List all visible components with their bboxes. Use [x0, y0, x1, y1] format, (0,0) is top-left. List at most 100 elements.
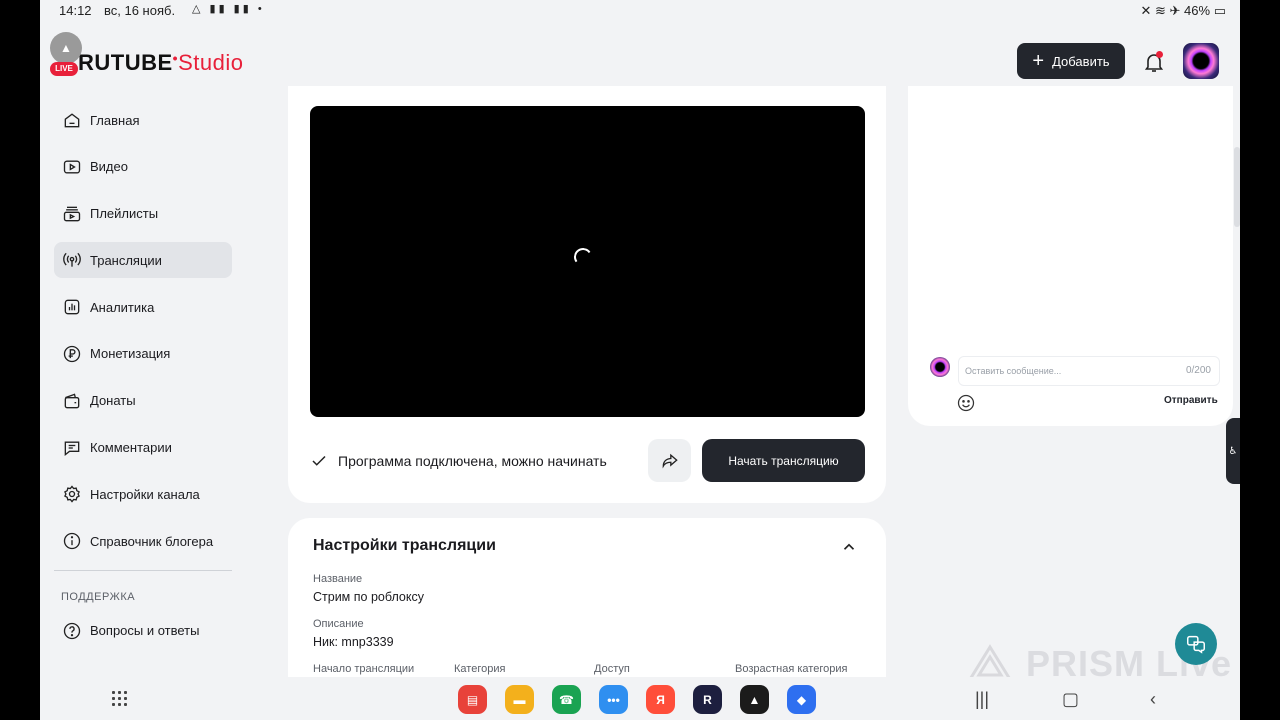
comment-icon: [64, 441, 80, 456]
sidebar-item-label: Донаты: [90, 393, 136, 409]
sidebar-item-monetization[interactable]: Монетизация: [54, 336, 232, 372]
sidebar-item-label: Видео: [90, 159, 128, 175]
sidebar-item-blogger-guide[interactable]: Справочник блогера: [54, 523, 232, 559]
access-label: Доступ: [594, 663, 630, 675]
chat-panel: Оставить сообщение... 0/200 Отправить: [908, 86, 1233, 426]
scrollbar-handle[interactable]: [1234, 147, 1240, 227]
sidebar-divider: [54, 569, 232, 571]
start-time-label: Начало трансляции: [313, 663, 415, 675]
connection-status: Программа подключена, можно начинать: [310, 439, 607, 483]
sidebar-item-video[interactable]: Видео: [54, 149, 232, 185]
chevron-up-icon[interactable]: [840, 538, 858, 556]
app-screen: 14:12 вс, 16 нояб. △ ▮▮ ▮▮ • ✕ ≋ ✈ 46% ▭…: [40, 0, 1240, 720]
analytics-icon: [64, 299, 80, 315]
sidebar-item-label: Настройки канала: [90, 486, 200, 502]
video-player[interactable]: [310, 106, 865, 417]
chat-user-avatar: [930, 357, 950, 377]
dock-prism-icon[interactable]: ▲: [740, 685, 769, 714]
sidebar-item-label: Главная: [90, 112, 140, 128]
recent-apps-icon[interactable]: |||: [975, 689, 989, 710]
playlist-icon: [63, 206, 81, 221]
system-navigation-bar: ▤ ▬ ☎ ••• Я R ▲ ◆ ||| ▢ ‹: [40, 677, 1240, 720]
dock-app-red-icon[interactable]: ▤: [458, 685, 487, 714]
logo-sub: Studio: [178, 50, 244, 75]
chat-bubbles-icon: [1187, 635, 1205, 654]
sidebar-item-label: Плейлисты: [90, 206, 159, 222]
question-icon: [63, 622, 81, 640]
dock-roblox-icon[interactable]: ◆: [787, 685, 816, 714]
info-icon: [63, 533, 81, 550]
start-broadcast-button[interactable]: Начать трансляцию: [702, 439, 865, 482]
user-avatar[interactable]: [1183, 43, 1219, 79]
share-icon: [662, 453, 678, 469]
gear-icon: [64, 485, 80, 503]
connection-status-text: Программа подключена, можно начинать: [338, 453, 607, 469]
sidebar-item-analytics[interactable]: Аналитика: [54, 289, 232, 325]
stream-preview-card: Программа подключена, можно начинать Нач…: [288, 86, 886, 503]
airplane-icon: ✈: [1169, 3, 1181, 18]
description-label: Описание: [313, 618, 364, 630]
status-date: вс, 16 нояб.: [104, 3, 176, 18]
name-label: Название: [313, 573, 363, 585]
support-section-title: ПОДДЕРЖКА: [61, 590, 136, 603]
chat-placeholder: Оставить сообщение...: [965, 366, 1062, 376]
sidebar: Главная Видео Плейлисты Трансляции Анали…: [54, 102, 234, 660]
system-status-bar: 14:12 вс, 16 нояб. △ ▮▮ ▮▮ • ✕ ≋ ✈ 46% ▭: [40, 0, 1240, 22]
category-label: Категория: [454, 663, 506, 675]
battery-level: 46%: [1184, 3, 1211, 18]
home-button-icon[interactable]: ▢: [1062, 689, 1079, 710]
sidebar-item-label: Вопросы и ответы: [90, 623, 200, 639]
help-chat-button[interactable]: [1175, 623, 1217, 665]
ruble-icon: [63, 345, 81, 363]
battery-icon: ▭: [1213, 3, 1226, 18]
sidebar-item-home[interactable]: Главная: [54, 102, 232, 138]
wallet-icon: [64, 393, 80, 409]
sidebar-item-playlists[interactable]: Плейлисты: [54, 196, 232, 232]
add-button[interactable]: + Добавить: [1017, 43, 1125, 79]
rutube-studio-logo[interactable]: RUTUBE•Studio: [78, 50, 243, 76]
sidebar-item-label: Монетизация: [90, 346, 171, 362]
app-drawer-icon[interactable]: [112, 691, 128, 707]
broadcast-icon: [63, 253, 81, 268]
sidebar-item-label: Комментарии: [90, 440, 172, 456]
send-message-button[interactable]: Отправить: [1164, 395, 1218, 406]
share-button[interactable]: [648, 439, 691, 482]
description-value: Ник: mnp3339: [313, 635, 394, 649]
logo-main: RUTUBE: [78, 50, 173, 75]
status-time: 14:12: [59, 3, 92, 18]
loading-spinner-icon: [572, 246, 594, 268]
name-value: Стрим по роблоксу: [313, 590, 424, 604]
sidebar-item-label: Справочник блогера: [90, 533, 214, 549]
prism-icon: ▲: [50, 32, 82, 64]
sidebar-item-channel-settings[interactable]: Настройки канала: [54, 476, 232, 512]
sidebar-item-donations[interactable]: Донаты: [54, 383, 232, 419]
add-button-label: Добавить: [1052, 53, 1110, 69]
dock-phone-icon[interactable]: ☎: [552, 685, 581, 714]
mute-icon: ✕: [1140, 3, 1152, 18]
settings-title: Настройки трансляции: [313, 537, 496, 554]
checkmark-icon: [312, 455, 326, 466]
dock-rutube-icon[interactable]: R: [693, 685, 722, 714]
dock-messages-icon[interactable]: •••: [599, 685, 628, 714]
emoji-icon[interactable]: [956, 393, 976, 413]
notification-dot: [1156, 51, 1163, 58]
back-icon[interactable]: ‹: [1150, 689, 1156, 710]
wifi-icon: ≋: [1154, 3, 1166, 18]
sidebar-item-comments[interactable]: Комментарии: [54, 430, 232, 466]
dock-yandex-icon[interactable]: Я: [646, 685, 675, 714]
age-category-label: Возрастная категория: [735, 663, 848, 675]
prism-live-badge[interactable]: ▲ LIVE: [50, 32, 82, 78]
app-dock: ▤ ▬ ☎ ••• Я R ▲ ◆: [458, 685, 816, 714]
dock-files-icon[interactable]: ▬: [505, 685, 534, 714]
sidebar-item-label: Аналитика: [90, 299, 155, 315]
live-tag: LIVE: [50, 62, 78, 76]
plus-icon: +: [1032, 50, 1045, 72]
chat-char-counter: 0/200: [1185, 365, 1211, 376]
home-icon: [64, 113, 80, 128]
sidebar-item-broadcasts[interactable]: Трансляции: [54, 242, 232, 279]
status-right: ✕ ≋ ✈ 46% ▭: [1140, 3, 1226, 19]
sidebar-item-faq[interactable]: Вопросы и ответы: [54, 613, 232, 649]
chat-message-input[interactable]: Оставить сообщение... 0/200: [958, 356, 1220, 386]
accessibility-icon[interactable]: ♿: [1226, 418, 1240, 484]
sidebar-item-label: Трансляции: [90, 252, 162, 268]
